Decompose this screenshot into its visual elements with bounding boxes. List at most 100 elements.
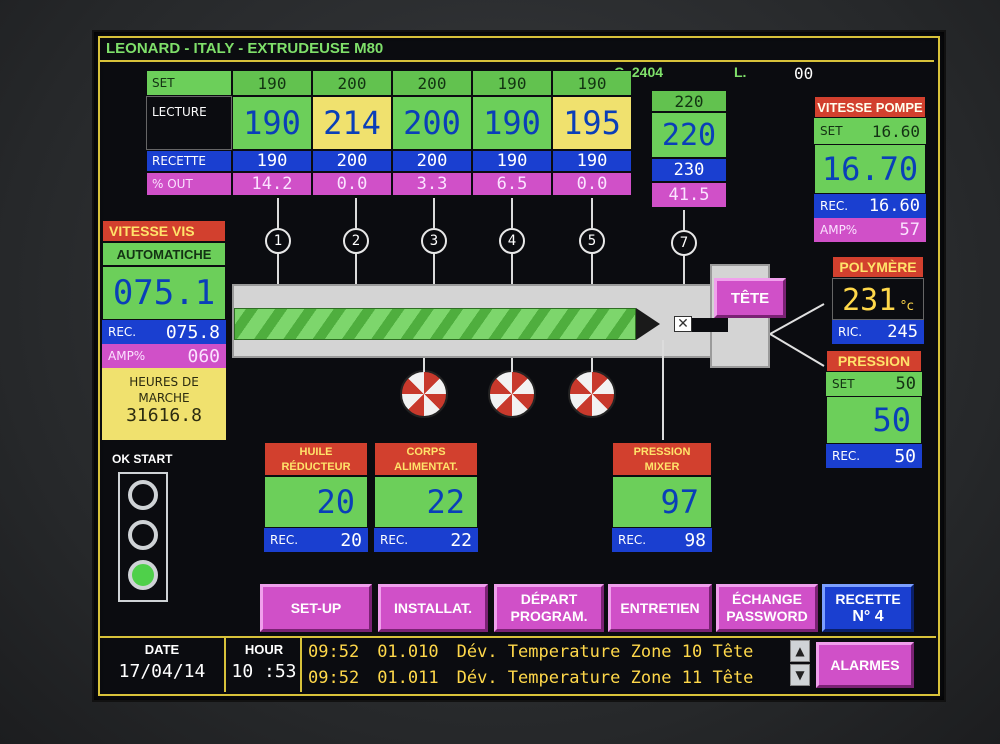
huile-rec-label: REC. bbox=[270, 533, 299, 547]
status-lamp-icon bbox=[128, 480, 158, 510]
zone-lecture-value: 195 bbox=[552, 96, 632, 150]
vitesse-pompe-rec-row: REC. 16.60 bbox=[814, 194, 926, 218]
zone-number-badge: 4 bbox=[499, 228, 525, 254]
depart-program-button[interactable]: DÉPART PROGRAM. bbox=[494, 584, 604, 632]
fan-icon bbox=[400, 370, 448, 418]
zone-connector bbox=[433, 254, 435, 284]
huile-value: 20 bbox=[264, 476, 368, 528]
hour-box: HOUR 10 :53 bbox=[228, 638, 302, 692]
mixer-pressure-line bbox=[662, 340, 664, 440]
row-label-set: SET bbox=[146, 70, 232, 96]
echange-label-2: PASSWORD bbox=[726, 608, 808, 624]
zone7-recette: 230 bbox=[651, 158, 727, 182]
corps-value: 22 bbox=[374, 476, 478, 528]
vitesse-pompe-amp: 57 bbox=[899, 220, 920, 240]
ok-start-label: OK START bbox=[112, 452, 173, 466]
polymere-unit: °c bbox=[900, 299, 914, 314]
alarmes-button[interactable]: ALARMES bbox=[816, 642, 914, 688]
heures-label-1: HEURES DE bbox=[129, 375, 199, 389]
pression-value: 50 bbox=[826, 396, 922, 444]
row-label-out: % OUT bbox=[146, 172, 232, 196]
alarm-row[interactable]: 09:52 01.011 Dév. Temperature Zone 11 Tête bbox=[308, 668, 753, 688]
zone-out-value: 0.0 bbox=[552, 172, 632, 196]
zone-set-value: 200 bbox=[312, 70, 392, 96]
vitesse-pompe-set-label: SET bbox=[820, 124, 843, 138]
vitesse-vis-amp-row: AMP% 060 bbox=[102, 344, 226, 368]
huile-title-2: RÉDUCTEUR bbox=[281, 461, 351, 473]
huile-rec: 20 bbox=[340, 529, 362, 551]
zone-connector bbox=[277, 198, 279, 228]
huile-title: HUILE RÉDUCTEUR bbox=[264, 442, 368, 476]
date-label: DATE bbox=[144, 642, 180, 657]
zone-recette-value: 190 bbox=[232, 150, 312, 172]
vitesse-vis-title: VITESSE VIS bbox=[102, 220, 226, 242]
row-label-lecture: LECTURE bbox=[146, 96, 232, 150]
zone-lecture-value: 200 bbox=[392, 96, 472, 150]
depart-label-2: PROGRAM. bbox=[510, 608, 588, 624]
zone-recette-value: 200 bbox=[392, 150, 472, 172]
polymere-value: 231 bbox=[842, 283, 897, 318]
fan-icon bbox=[488, 370, 536, 418]
heures-value: 31616.8 bbox=[126, 405, 202, 426]
fan-stem bbox=[511, 358, 513, 372]
zone-lecture-value: 190 bbox=[232, 96, 312, 150]
header-divider bbox=[100, 60, 934, 62]
pression-title: PRESSION bbox=[826, 350, 922, 372]
alarm-text: Dév. Temperature Zone 10 Tête bbox=[456, 642, 754, 662]
zone-number-badge: 5 bbox=[579, 228, 605, 254]
zone7-out: 41.5 bbox=[651, 182, 727, 208]
zone-lecture-value: 214 bbox=[312, 96, 392, 150]
setup-button[interactable]: SET-UP bbox=[260, 584, 372, 632]
alarm-text: Dév. Temperature Zone 11 Tête bbox=[456, 668, 754, 688]
vitesse-vis-rec-label: REC. bbox=[108, 325, 137, 339]
pression-rec-label: REC. bbox=[832, 449, 861, 463]
echange-password-button[interactable]: ÉCHANGE PASSWORD bbox=[716, 584, 818, 632]
zone-number-badge: 7 bbox=[671, 230, 697, 256]
scroll-down-icon[interactable]: ▼ bbox=[790, 664, 810, 686]
zone-recette-value: 190 bbox=[472, 150, 552, 172]
fan-stem bbox=[591, 358, 593, 372]
status-lamp-icon bbox=[128, 560, 158, 590]
mixer-rec-row: REC. 98 bbox=[612, 528, 712, 552]
vitesse-pompe-set-row: SET 16.60 bbox=[814, 118, 926, 144]
echange-label-1: ÉCHANGE bbox=[731, 591, 802, 607]
zone-number-badge: 1 bbox=[265, 228, 291, 254]
die-lines bbox=[770, 303, 825, 367]
zone-connector bbox=[591, 198, 593, 228]
mixer-rec-label: REC. bbox=[618, 533, 647, 547]
corps-title-2: ALIMENTAT. bbox=[394, 461, 458, 473]
vitesse-vis-rec-row: REC. 075.8 bbox=[102, 320, 226, 344]
screw-tip bbox=[636, 308, 660, 340]
vitesse-vis-value: 075.1 bbox=[102, 266, 226, 320]
entretien-button[interactable]: ENTRETIEN bbox=[608, 584, 712, 632]
corps-title: CORPS ALIMENTAT. bbox=[374, 442, 478, 476]
status-lamp-icon bbox=[128, 520, 158, 550]
extruder-screw bbox=[234, 308, 636, 340]
pression-rec-row: REC. 50 bbox=[826, 444, 922, 468]
recette-button[interactable]: RECETTE N° 4 bbox=[822, 584, 914, 632]
mixer-rec: 98 bbox=[684, 529, 706, 551]
alarm-row[interactable]: 09:52 01.010 Dév. Temperature Zone 10 Tête bbox=[308, 642, 753, 662]
hmi-screen: LEONARD - ITALY - EXTRUDEUSE M80 C. 2404… bbox=[92, 30, 946, 702]
zone-connector bbox=[511, 198, 513, 228]
installat-button[interactable]: INSTALLAT. bbox=[378, 584, 488, 632]
l-value: 00 bbox=[794, 64, 814, 83]
zone7-set: 220 bbox=[651, 90, 727, 112]
scroll-up-icon[interactable]: ▲ bbox=[790, 640, 810, 662]
zone-connector bbox=[355, 198, 357, 228]
zone-out-value: 3.3 bbox=[392, 172, 472, 196]
pression-set: 50 bbox=[895, 374, 916, 394]
mixer-title-1: PRESSION bbox=[633, 446, 691, 458]
zone-number-badge: 3 bbox=[421, 228, 447, 254]
head-channel bbox=[692, 318, 728, 332]
alarm-code: 01.011 bbox=[377, 668, 439, 688]
vitesse-pompe-value: 16.70 bbox=[814, 144, 926, 194]
zone-out-value: 14.2 bbox=[232, 172, 312, 196]
vitesse-pompe-set: 16.60 bbox=[871, 121, 920, 141]
zone-number-badge: 2 bbox=[343, 228, 369, 254]
zone-connector bbox=[355, 254, 357, 284]
date-box: DATE 17/04/14 bbox=[100, 638, 226, 692]
corps-title-1: CORPS bbox=[406, 446, 446, 458]
heures-label-2: MARCHE bbox=[138, 391, 190, 405]
polymere-title: POLYMÈRE bbox=[832, 256, 924, 278]
